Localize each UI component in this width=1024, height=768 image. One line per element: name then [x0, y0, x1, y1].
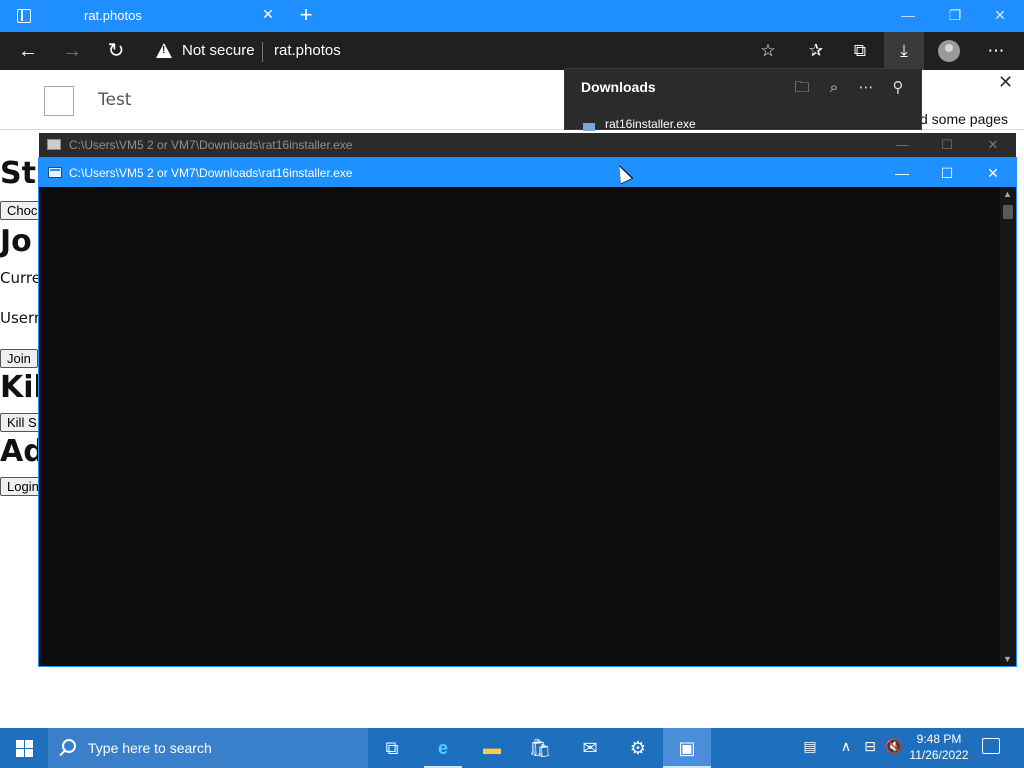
downloads-panel: Downloads 🗀 ⌕ ⋯ ⚲ rat16installer.exe — [564, 68, 922, 131]
console-title-bar[interactable]: C:\Users\VM5 2 or VM7\Downloads\rat16ins… — [39, 158, 1016, 187]
news-icon[interactable]: ▤ — [798, 738, 822, 755]
windows-logo-icon — [16, 740, 24, 748]
page-close-icon[interactable]: ✕ — [998, 72, 1013, 93]
page-right-text: d some pages — [920, 111, 1008, 127]
downloads-more-icon[interactable]: ⋯ — [855, 77, 877, 99]
console-minimize-button[interactable]: — — [887, 162, 917, 184]
more-options-icon[interactable]: ⋯ — [983, 39, 1009, 63]
downloads-title: Downloads — [581, 79, 656, 95]
downloads-button[interactable]: ⤓ — [884, 32, 924, 70]
console-scrollbar[interactable]: ▲ ▼ — [1000, 187, 1016, 666]
refresh-button[interactable]: ↻ — [103, 39, 129, 63]
mail-icon[interactable]: ✉ — [576, 734, 604, 762]
clock-time: 9:48 PM — [916, 732, 962, 746]
notification-icon[interactable] — [982, 738, 1000, 754]
settings-icon[interactable]: ⚙ — [624, 734, 652, 762]
show-hidden-icons-chevron-icon[interactable]: ∧ — [836, 738, 856, 755]
address-separator — [262, 42, 263, 62]
console-app-icon — [48, 167, 62, 178]
search-placeholder: Type here to search — [88, 740, 212, 756]
browser-toolbar: ← → ↻ Not secure rat.photos ☆ ✰ ⧉ ⤓ ⋯ — [0, 32, 1024, 70]
console-taskbar-button[interactable]: ▣ — [663, 728, 711, 768]
broken-image-icon — [44, 86, 74, 116]
edge-icon[interactable]: e — [429, 734, 457, 762]
add-favorite-icon[interactable]: ☆ — [755, 39, 781, 63]
console-app-icon — [47, 139, 61, 150]
profile-avatar[interactable] — [938, 40, 960, 62]
network-icon[interactable]: ⊟ — [860, 738, 880, 755]
windows-logo-part — [25, 740, 33, 748]
favorites-icon[interactable]: ✰ — [803, 39, 829, 63]
current-label: Curre — [0, 269, 41, 287]
username-label: Usern — [0, 309, 44, 327]
forward-button[interactable]: → — [59, 39, 85, 63]
console-back-close-button[interactable]: ✕ — [978, 135, 1008, 155]
scroll-up-icon[interactable]: ▲ — [1003, 189, 1012, 199]
start-button[interactable] — [0, 728, 48, 768]
download-icon: ⤓ — [900, 41, 908, 60]
scroll-thumb[interactable] — [1003, 205, 1013, 219]
console-back-minimize-button[interactable]: — — [887, 135, 917, 155]
console-back-title: C:\Users\VM5 2 or VM7\Downloads\rat16ins… — [69, 138, 353, 152]
tab-close-icon[interactable]: ✕ — [258, 6, 278, 23]
join-button[interactable]: Join — [0, 349, 38, 368]
page-heading-2: Jo — [0, 224, 32, 259]
windows-logo-part — [25, 749, 33, 757]
collections-icon[interactable]: ⧉ — [847, 39, 873, 63]
console-maximize-button[interactable]: ☐ — [932, 162, 962, 184]
console-window-background[interactable]: C:\Users\VM5 2 or VM7\Downloads\rat16ins… — [39, 133, 1016, 157]
page-header-title: Test — [98, 90, 132, 110]
console-window[interactable]: C:\Users\VM5 2 or VM7\Downloads\rat16ins… — [38, 157, 1017, 667]
tab-actions-button[interactable] — [10, 6, 38, 26]
console-taskbar-icon: ▣ — [678, 738, 696, 758]
tab-actions-icon — [17, 9, 31, 23]
address-bar[interactable]: rat.photos — [274, 42, 341, 59]
security-status[interactable]: Not secure — [182, 42, 255, 59]
store-icon[interactable]: 🛍 — [526, 734, 554, 762]
downloads-search-icon[interactable]: ⌕ — [823, 77, 845, 99]
search-icon — [62, 739, 76, 753]
browser-minimize-button[interactable]: — — [893, 4, 923, 26]
browser-close-button[interactable]: ✕ — [985, 4, 1015, 26]
task-view-icon[interactable]: ⧉ — [378, 734, 406, 762]
download-file-name[interactable]: rat16installer.exe — [605, 117, 696, 131]
tab-title: rat.photos — [84, 8, 142, 23]
browser-restore-button[interactable]: ❐ — [940, 4, 970, 26]
console-close-button[interactable]: ✕ — [978, 162, 1008, 184]
console-back-maximize-button[interactable]: ☐ — [932, 135, 962, 155]
pin-icon[interactable]: ⚲ — [887, 77, 909, 99]
windows-logo-part — [16, 749, 24, 757]
volume-muted-icon[interactable]: 🔇 — [884, 738, 904, 755]
page-heading-1: St — [0, 156, 36, 191]
console-title: C:\Users\VM5 2 or VM7\Downloads\rat16ins… — [69, 166, 353, 180]
new-tab-button[interactable]: + — [295, 3, 317, 27]
warning-icon[interactable] — [156, 43, 172, 58]
file-explorer-icon[interactable]: ▬ — [478, 734, 506, 762]
browser-tab-bar: rat.photos ✕ + — ❐ ✕ — [0, 0, 1024, 32]
exe-file-icon — [583, 123, 595, 131]
clock-date: 11/26/2022 — [909, 748, 969, 762]
console-output[interactable] — [39, 187, 1000, 666]
taskbar: Type here to search ⧉ e ▬ 🛍 ✉ ⚙ ▣ ▤ ∧ ⊟ … — [0, 728, 1024, 768]
taskbar-search-box[interactable]: Type here to search — [48, 728, 368, 768]
open-folder-icon[interactable]: 🗀 — [791, 77, 813, 99]
back-button[interactable]: ← — [15, 39, 41, 63]
taskbar-clock[interactable]: 9:48 PM 11/26/2022 — [904, 731, 974, 763]
scroll-down-icon[interactable]: ▼ — [1003, 654, 1012, 664]
browser-tab[interactable]: rat.photos ✕ — [50, 0, 286, 32]
